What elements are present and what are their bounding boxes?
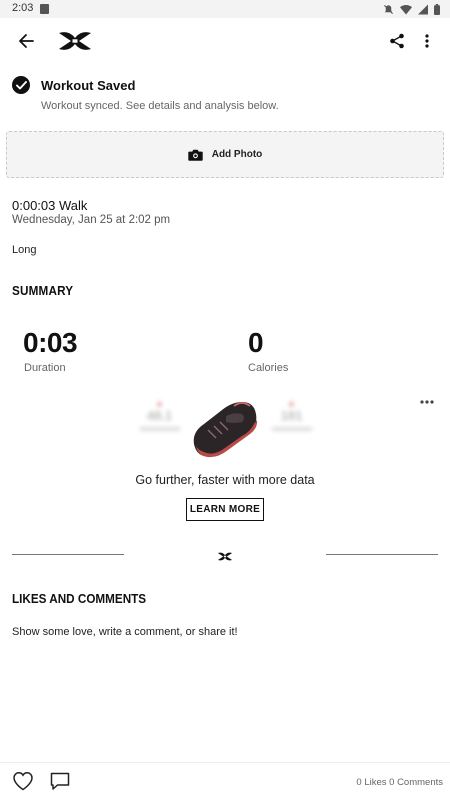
heart-icon bbox=[13, 772, 33, 791]
workout-saved-subtitle: Workout synced. See details and analysis… bbox=[41, 100, 279, 112]
calories-value: 0 bbox=[248, 327, 264, 358]
divider-right bbox=[326, 554, 438, 555]
learn-more-button[interactable]: LEARN MORE bbox=[186, 498, 264, 521]
status-time: 2:03 bbox=[12, 2, 34, 14]
back-button[interactable] bbox=[12, 29, 40, 53]
share-icon bbox=[390, 33, 404, 49]
like-button[interactable] bbox=[12, 771, 34, 791]
add-photo-label: Add Photo bbox=[211, 149, 263, 160]
workout-title: 0:00:03 Walk bbox=[12, 198, 88, 213]
under-armour-logo-icon bbox=[59, 32, 91, 50]
status-icons bbox=[383, 3, 440, 15]
shoe-image bbox=[186, 394, 264, 462]
workout-date: Wednesday, Jan 25 at 2:02 pm bbox=[12, 214, 171, 226]
duration-value: 0:03 bbox=[23, 327, 78, 358]
battery-icon bbox=[434, 3, 440, 15]
workout-saved-title: Workout Saved bbox=[41, 78, 136, 93]
promo-text: Go further, faster with more data bbox=[135, 473, 315, 487]
checkmark-circle-icon bbox=[12, 76, 30, 94]
comment-icon bbox=[50, 772, 70, 790]
bottom-action-bar: 0 Likes 0 Comments bbox=[0, 762, 450, 800]
more-horizontal-icon bbox=[420, 400, 434, 404]
arrow-left-icon bbox=[19, 34, 34, 48]
more-options-button[interactable] bbox=[418, 28, 436, 54]
notification-app-icon bbox=[40, 4, 49, 14]
divider-logo bbox=[217, 549, 233, 561]
add-photo-button[interactable]: Add Photo bbox=[6, 131, 444, 178]
status-bar: 2:03 bbox=[0, 0, 450, 18]
camera-icon bbox=[188, 149, 203, 161]
under-armour-logo bbox=[55, 27, 95, 55]
duration-label: Duration bbox=[24, 362, 66, 374]
calories-label: Calories bbox=[248, 362, 289, 374]
blurred-stat-left: ▲ 48.1 bbox=[132, 398, 187, 431]
comment-button[interactable] bbox=[49, 771, 71, 791]
blurred-stat-right: ▲ 181 bbox=[264, 398, 319, 431]
promo-more-button[interactable] bbox=[416, 394, 438, 410]
likes-comments-count[interactable]: 0 Likes 0 Comments bbox=[356, 777, 443, 788]
workout-saved-banner: Workout Saved bbox=[12, 76, 438, 96]
more-vertical-icon bbox=[425, 34, 429, 48]
workout-note: Long bbox=[12, 244, 37, 256]
app-bar bbox=[0, 18, 450, 64]
under-armour-small-logo-icon bbox=[217, 552, 233, 561]
likes-comments-subtitle: Show some love, write a comment, or shar… bbox=[12, 626, 238, 638]
likes-comments-heading: LIKES AND COMMENTS bbox=[12, 591, 147, 606]
mute-icon bbox=[383, 4, 394, 14]
wifi-icon bbox=[400, 4, 412, 14]
running-shoe-icon bbox=[193, 402, 258, 458]
summary-heading: SUMMARY bbox=[12, 283, 74, 298]
cellular-signal-icon bbox=[418, 4, 428, 14]
share-button[interactable] bbox=[384, 28, 410, 54]
divider-left bbox=[12, 554, 124, 555]
